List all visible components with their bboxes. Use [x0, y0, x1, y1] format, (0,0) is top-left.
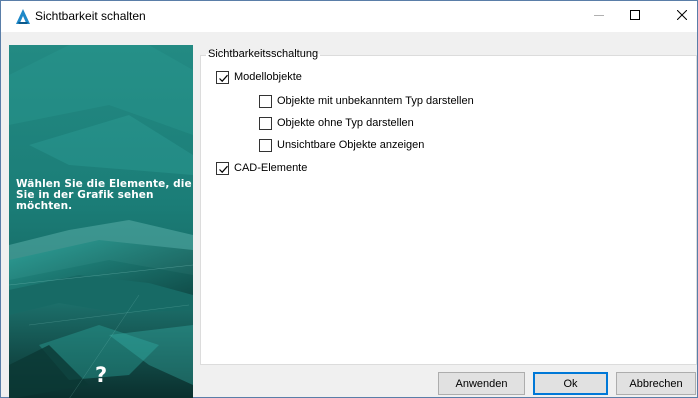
checkbox-box[interactable]: [259, 138, 272, 152]
dialog-window: Sichtbarkeit schalten Wählen Sie die Ele…: [0, 0, 698, 398]
landscape-illustration: [9, 45, 193, 398]
checkbox-label: Objekte mit unbekanntem Typ darstellen: [277, 94, 474, 107]
checkbox-unsichtbare-objekte[interactable]: Unsichtbare Objekte anzeigen: [259, 138, 424, 152]
checkbox-box[interactable]: [259, 116, 272, 130]
check-icon: [219, 74, 228, 82]
side-panel-banner: Wählen Sie die Elemente, die Sie in der …: [9, 45, 193, 398]
app-logo-icon: [16, 9, 30, 25]
checkbox-modellobjekte[interactable]: Modellobjekte: [216, 70, 302, 84]
maximize-icon: [630, 10, 640, 23]
help-icon[interactable]: ?: [95, 363, 107, 387]
checkbox-cad-elemente[interactable]: CAD-Elemente: [216, 161, 307, 175]
checkbox-label: Objekte ohne Typ darstellen: [277, 116, 414, 129]
minimize-icon: [594, 10, 604, 23]
group-title: Sichtbarkeitsschaltung: [206, 47, 321, 61]
checkbox-box[interactable]: [216, 70, 229, 84]
checkbox-unbekannter-typ[interactable]: Objekte mit unbekanntem Typ darstellen: [259, 94, 474, 108]
checkbox-label: CAD-Elemente: [234, 161, 308, 174]
close-icon: [676, 9, 688, 23]
cancel-button[interactable]: Abbrechen: [616, 372, 696, 395]
window-title: Sichtbarkeit schalten: [35, 9, 146, 23]
checkbox-box[interactable]: [216, 161, 229, 175]
checkbox-label: Modellobjekte: [234, 70, 302, 83]
close-button[interactable]: [659, 1, 698, 32]
check-icon: [219, 165, 228, 173]
apply-button[interactable]: Anwenden: [438, 372, 525, 395]
ok-button[interactable]: Ok: [533, 372, 608, 395]
checkbox-ohne-typ[interactable]: Objekte ohne Typ darstellen: [259, 116, 414, 130]
instruction-text: Wählen Sie die Elemente, die Sie in der …: [16, 178, 192, 212]
checkbox-box[interactable]: [259, 94, 272, 108]
title-bar[interactable]: Sichtbarkeit schalten: [1, 1, 697, 32]
maximize-button[interactable]: [612, 1, 658, 32]
checkbox-label: Unsichtbare Objekte anzeigen: [277, 138, 425, 151]
